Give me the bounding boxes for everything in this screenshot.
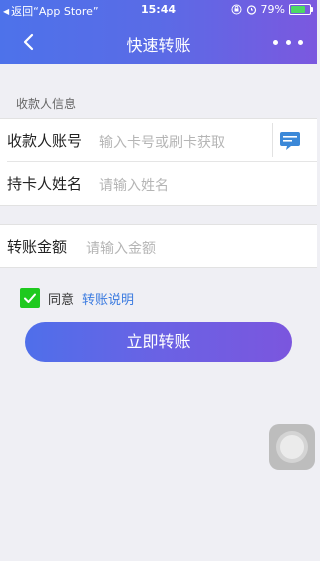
more-icon[interactable] (273, 32, 303, 52)
status-right: 79% (231, 3, 313, 16)
amount-card: 转账金额 请输入金额 (0, 224, 317, 268)
name-label: 持卡人姓名 (7, 175, 83, 193)
account-input[interactable]: 输入卡号或刷卡获取 (99, 132, 225, 152)
alarm-icon (246, 5, 256, 15)
amount-input[interactable]: 请输入金额 (86, 238, 156, 258)
nav-bar: 快速转账 (0, 20, 317, 64)
agreement-row: 同意 转账说明 (20, 288, 134, 308)
battery-icon (289, 4, 313, 15)
page-title: 快速转账 (126, 36, 191, 55)
assistive-ring-outer (276, 431, 308, 463)
name-row: 持卡人姓名 请输入姓名 (0, 162, 317, 204)
battery-percent: 79% (260, 3, 285, 16)
account-row: 收款人账号 输入卡号或刷卡获取 (0, 119, 317, 162)
more-dot (298, 39, 303, 45)
more-dot (285, 39, 291, 45)
icon-separator (272, 123, 273, 157)
checkmark-icon (24, 293, 36, 303)
amount-label: 转账金额 (7, 238, 68, 256)
agree-checkbox[interactable] (20, 288, 40, 308)
section-label: 收款人信息 (16, 97, 77, 111)
header: ◀ 返回“App Store” 15:44 79% 快速转账 (0, 0, 317, 64)
amount-row: 转账金额 请输入金额 (0, 225, 317, 267)
lock-rotation-icon (231, 4, 242, 15)
battery-fill (291, 6, 305, 13)
more-dot (273, 39, 278, 45)
transfer-terms-link[interactable]: 转账说明 (82, 289, 134, 308)
account-label: 收款人账号 (7, 132, 83, 150)
status-bar: ◀ 返回“App Store” 15:44 79% (0, 0, 317, 20)
agree-text: 同意 (48, 292, 75, 308)
payee-info-card: 收款人账号 输入卡号或刷卡获取 持卡人姓名 请输入姓名 (0, 118, 317, 206)
submit-transfer-button[interactable]: 立即转账 (25, 322, 292, 362)
name-input[interactable]: 请输入姓名 (99, 175, 169, 195)
assistive-ring-inner (280, 435, 304, 459)
card-scan-icon[interactable] (279, 129, 301, 151)
assistive-touch-button[interactable] (269, 424, 315, 470)
